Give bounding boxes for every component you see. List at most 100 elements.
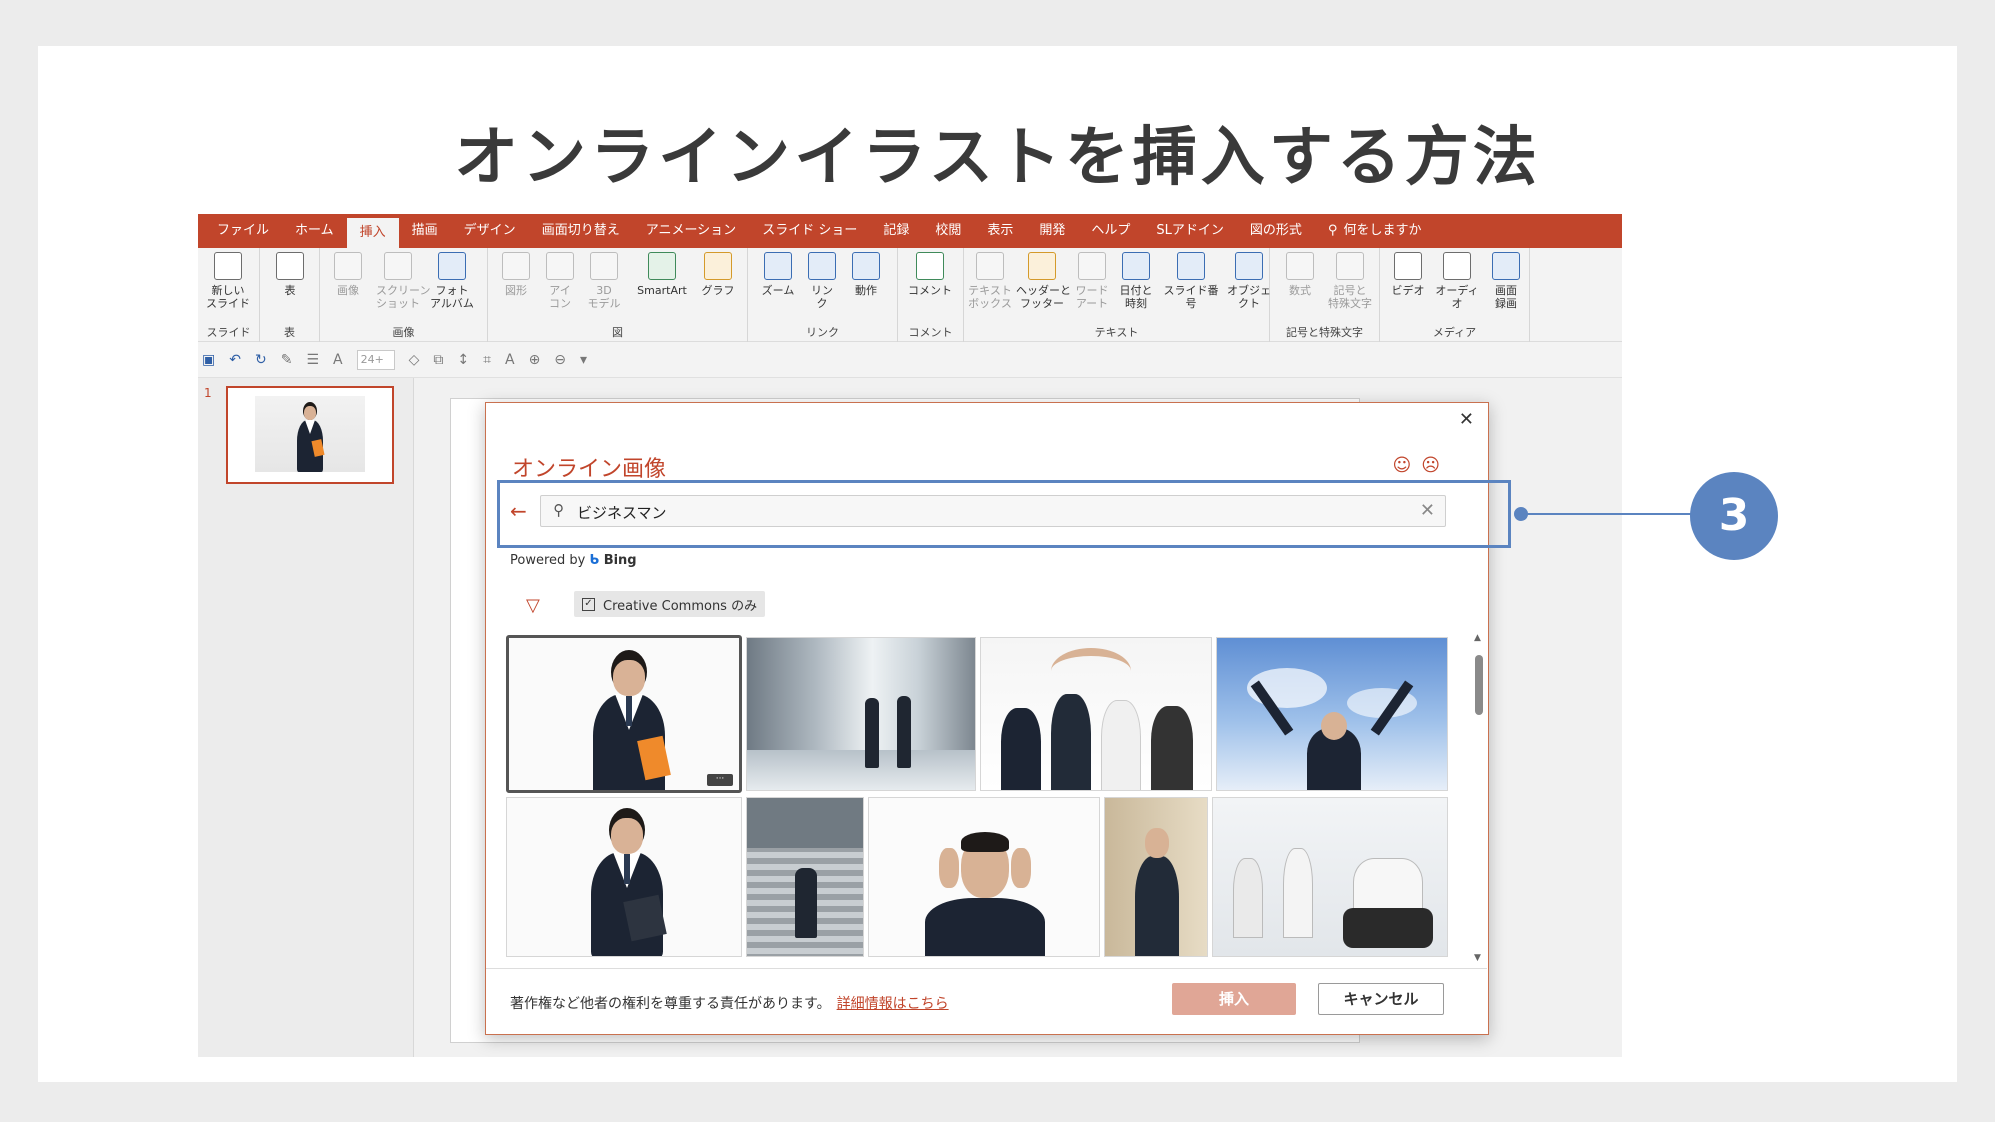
result-image[interactable] <box>1216 637 1448 791</box>
cancel-button[interactable]: キャンセル <box>1318 983 1444 1015</box>
textbox-icon <box>976 252 1004 280</box>
tab-home[interactable]: ホーム <box>282 214 347 248</box>
textbox-button[interactable]: テキスト ボックス <box>968 252 1012 310</box>
ribbon-group-table: 表 表 <box>260 248 320 342</box>
group-label: メディア <box>1432 326 1477 339</box>
filter-icon[interactable]: ▽ <box>526 595 540 616</box>
result-image[interactable]: ··· <box>506 635 742 793</box>
tab-file[interactable]: ファイル <box>204 214 282 248</box>
group-label: テキスト <box>1094 326 1139 339</box>
tab-transitions[interactable]: 画面切り替え <box>529 214 633 248</box>
symbol-button[interactable]: 記号と 特殊文字 <box>1328 252 1372 310</box>
crop-icon[interactable]: ⌗ <box>483 352 491 368</box>
tab-developer[interactable]: 開発 <box>1026 214 1078 248</box>
customize-qat-icon[interactable]: ▾ <box>580 352 587 368</box>
tab-insert[interactable]: 挿入 <box>346 218 399 248</box>
group-label: スライド <box>206 326 251 339</box>
feedback-icons: ☺☹ <box>1392 455 1450 476</box>
tab-review[interactable]: 校閲 <box>922 214 974 248</box>
slide-number-button[interactable]: スライド番号 <box>1160 252 1222 310</box>
learn-more-link[interactable]: 詳細情報はこちら <box>837 996 949 1012</box>
speaker-icon <box>1443 252 1471 280</box>
group-label: コメント <box>908 326 953 339</box>
tab-record[interactable]: 記録 <box>870 214 922 248</box>
tab-help[interactable]: ヘルプ <box>1078 214 1143 248</box>
link-button[interactable]: リン ク <box>800 252 844 310</box>
scroll-thumb[interactable] <box>1475 655 1483 715</box>
result-image[interactable] <box>980 637 1212 791</box>
bullets-icon[interactable]: ☰ <box>306 352 319 368</box>
tab-animations[interactable]: アニメーション <box>633 214 749 248</box>
chart-button[interactable]: グラフ <box>696 252 740 297</box>
smile-icon[interactable]: ☺ <box>1392 455 1421 476</box>
slide-thumbnail-pane: 1 <box>198 378 414 1057</box>
creative-commons-checkbox[interactable]: ✓ Creative Commons のみ <box>574 591 766 617</box>
date-time-button[interactable]: 日付と 時刻 <box>1114 252 1158 310</box>
smartart-button[interactable]: SmartArt <box>632 252 692 297</box>
spacing-icon[interactable]: ↕ <box>457 352 469 368</box>
close-icon[interactable]: ✕ <box>1459 409 1474 430</box>
zoom-icon <box>764 252 792 280</box>
action-button[interactable]: 動作 <box>844 252 888 297</box>
text-size-icon[interactable]: A <box>505 352 515 368</box>
font-color-icon[interactable]: A <box>333 352 343 368</box>
more-options-icon[interactable]: ··· <box>707 774 733 786</box>
zoom-button[interactable]: ズーム <box>756 252 800 297</box>
bing-logo: ᑲ Bing <box>589 553 637 568</box>
zoom-in-icon[interactable]: ⊕ <box>529 352 541 368</box>
camera-icon <box>384 252 412 280</box>
result-image[interactable] <box>1104 797 1208 957</box>
tab-slideshow[interactable]: スライド ショー <box>749 214 870 248</box>
scroll-up-icon[interactable]: ▲ <box>1474 633 1481 643</box>
pi-icon <box>1286 252 1314 280</box>
screen-recording-button[interactable]: 画面 録画 <box>1484 252 1528 310</box>
shapes-button[interactable]: 図形 <box>494 252 538 297</box>
search-highlight-box <box>497 480 1511 548</box>
arrange-icon[interactable]: ⧉ <box>433 352 443 368</box>
result-image[interactable] <box>746 637 976 791</box>
wordart-button[interactable]: ワード アート <box>1070 252 1114 310</box>
callout-connector <box>1521 513 1691 515</box>
result-image[interactable] <box>746 797 864 957</box>
wordart-icon <box>1078 252 1106 280</box>
result-image[interactable] <box>868 797 1100 957</box>
tab-picture-format[interactable]: 図の形式 <box>1237 214 1315 248</box>
tell-me-search[interactable]: ⚲ 何をしますか <box>1315 214 1435 248</box>
zoom-out-icon[interactable]: ⊖ <box>554 352 566 368</box>
undo-icon[interactable]: ↶ <box>229 352 241 368</box>
header-footer-button[interactable]: ヘッダーと フッター <box>1016 252 1071 310</box>
new-slide-button[interactable]: 新しい スライド <box>206 252 250 310</box>
object-button[interactable]: オブジェクト <box>1224 252 1274 310</box>
insert-button[interactable]: 挿入 <box>1172 983 1296 1015</box>
audio-button[interactable]: オーディオ <box>1432 252 1482 310</box>
icons-icon <box>546 252 574 280</box>
3d-models-button[interactable]: 3D モデル <box>582 252 626 310</box>
video-button[interactable]: ビデオ <box>1386 252 1430 297</box>
slide-thumbnail[interactable] <box>226 386 394 484</box>
scroll-down-icon[interactable]: ▼ <box>1474 953 1481 963</box>
result-image[interactable] <box>1212 797 1448 957</box>
omega-icon <box>1336 252 1364 280</box>
result-image[interactable] <box>506 797 742 957</box>
frown-icon[interactable]: ☹ <box>1421 455 1450 476</box>
tab-sl-addin[interactable]: SLアドイン <box>1143 214 1237 248</box>
icons-button[interactable]: アイ コン <box>538 252 582 310</box>
ribbon-group-images: 画像 スクリーン ショット フォト アルバム 画像 <box>320 248 488 342</box>
tab-draw[interactable]: 描画 <box>399 214 451 248</box>
save-icon[interactable]: ▣ <box>202 352 215 368</box>
tab-view[interactable]: 表示 <box>974 214 1026 248</box>
format-painter-icon[interactable]: ✎ <box>281 352 293 368</box>
cube-icon <box>590 252 618 280</box>
font-size-box[interactable]: 24+ <box>356 349 395 370</box>
screenshot-button[interactable]: スクリーン ショット <box>376 252 430 310</box>
redo-icon[interactable]: ↻ <box>255 352 267 368</box>
results-scrollbar[interactable]: ▲ ▼ <box>1474 633 1484 963</box>
pictures-button[interactable]: 画像 <box>326 252 370 297</box>
photo-album-button[interactable]: フォト アルバム <box>430 252 474 310</box>
equation-button[interactable]: 数式 <box>1278 252 1322 297</box>
shape-icon[interactable]: ◇ <box>409 352 420 368</box>
tab-design[interactable]: デザイン <box>451 214 529 248</box>
comment-button[interactable]: コメント <box>908 252 952 297</box>
table-button[interactable]: 表 <box>268 252 312 297</box>
ribbon-insert: 新しい スライド スライド 表 表 画像 スクリーン ショット フォト アルバム… <box>198 248 1622 342</box>
